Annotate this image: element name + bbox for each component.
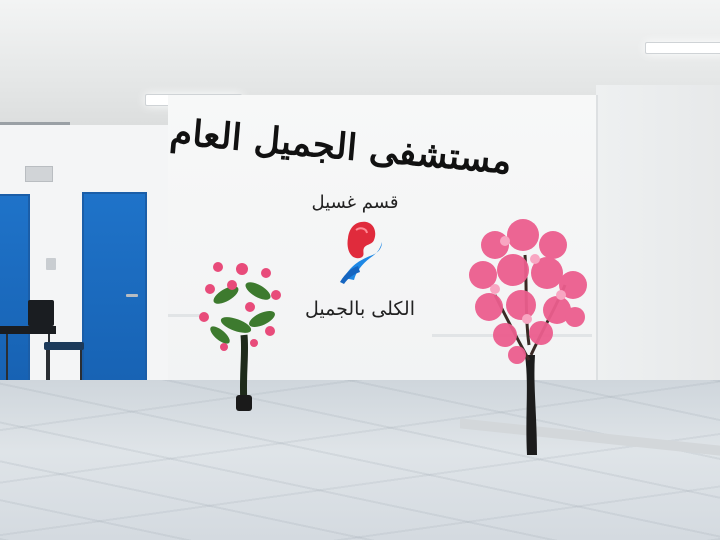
wall-box: [25, 166, 53, 182]
door-blue[interactable]: [82, 192, 147, 392]
department-label: قسم غسيل: [311, 192, 399, 213]
door-handle[interactable]: [126, 294, 138, 297]
wall-socket: [46, 258, 56, 270]
hand-thumb: [340, 266, 360, 284]
right-blossom-tree: [469, 219, 587, 455]
stool-leg: [46, 350, 48, 382]
chair-seat: [0, 326, 56, 334]
kidney-shape: [347, 221, 376, 259]
kidney-in-hand-icon: [340, 221, 382, 284]
chair-leg: [6, 334, 8, 384]
stool-seat: [44, 342, 84, 350]
hospital-dialysis-wall-scene: مستشفى الجميل العام قسم غسيل الكلى بالجم…: [0, 0, 720, 540]
left-blossom-plant: [199, 262, 281, 411]
marble-floor: [0, 380, 720, 540]
chair-back: [28, 300, 54, 326]
hospital-slogan: الكلى بالجميل: [305, 298, 415, 320]
stool-leg: [80, 350, 82, 382]
ceiling-light-right: [645, 42, 720, 54]
door-left[interactable]: [0, 194, 30, 384]
